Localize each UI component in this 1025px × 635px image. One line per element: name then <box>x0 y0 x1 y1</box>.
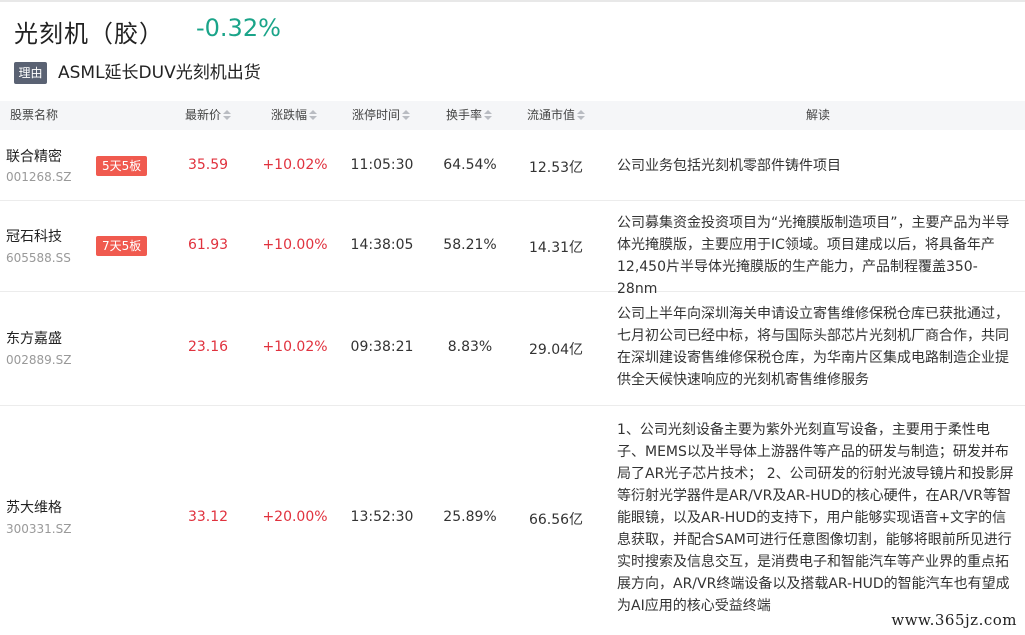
turnover: 58.21% <box>443 237 497 253</box>
col-name: 股票名称 <box>10 108 59 122</box>
sort-icon <box>484 109 493 122</box>
sort-icon <box>402 109 411 122</box>
sort-icon <box>309 109 318 122</box>
price: 33.12 <box>187 509 229 525</box>
col-change-label: 涨跌幅 <box>271 108 308 122</box>
table-row[interactable]: 苏大维格 300331.SZ 33.12 +20.00% 13:52:30 25… <box>0 406 1025 631</box>
float-cap: 14.31亿 <box>528 240 584 256</box>
float-cap: 66.56亿 <box>528 512 584 528</box>
price: 23.16 <box>187 339 229 355</box>
col-cap-sort[interactable]: 流通市值 <box>527 101 586 130</box>
sort-icon <box>223 109 232 122</box>
stock-code: 002889.SZ <box>6 353 72 367</box>
col-change-sort[interactable]: 涨跌幅 <box>271 101 318 130</box>
reason-text: ASML延长DUV光刻机出货 <box>58 63 261 83</box>
stock-code: 001268.SZ <box>6 170 72 184</box>
table-row[interactable]: 东方嘉盛 002889.SZ 23.16 +10.02% 09:38:21 8.… <box>0 292 1025 406</box>
col-cap-label: 流通市值 <box>527 108 576 122</box>
change: +10.00% <box>262 237 328 253</box>
streak-badge: 7天5板 <box>96 236 148 256</box>
turnover: 64.54% <box>443 157 497 173</box>
streak-badge: 5天5板 <box>96 156 148 176</box>
table-row[interactable]: 联合精密 001268.SZ 5天5板 35.59 +10.02% 11:05:… <box>0 130 1025 201</box>
description: 1、公司光刻设备主要为紫外光刻直写设备，主要用于柔性电子、MEMS以及半导体上游… <box>617 422 1014 614</box>
col-time-label: 涨停时间 <box>352 108 401 122</box>
col-price-label: 最新价 <box>185 108 222 122</box>
reason-tag: 理由 <box>14 62 47 84</box>
change: +10.02% <box>262 339 328 355</box>
limit-time: 09:38:21 <box>350 339 414 355</box>
description: 公司募集资金投资项目为“光掩膜版制造项目”，主要产品为半导体光掩膜版，主要应用于… <box>617 215 1010 297</box>
col-turnover-label: 换手率 <box>446 108 483 122</box>
turnover: 8.83% <box>447 339 493 355</box>
col-turnover-sort[interactable]: 换手率 <box>446 101 493 130</box>
description: 公司业务包括光刻机零部件铸件项目 <box>617 158 841 174</box>
limit-time: 13:52:30 <box>350 509 414 525</box>
price: 35.59 <box>187 157 229 173</box>
change: +10.02% <box>262 157 328 173</box>
sector-change: -0.32% <box>196 14 281 42</box>
stock-name[interactable]: 东方嘉盛 <box>6 328 62 348</box>
col-price-sort[interactable]: 最新价 <box>185 101 232 130</box>
sort-icon <box>577 109 586 122</box>
page-title: 光刻机（胶） <box>14 20 164 48</box>
stock-table: 股票名称 最新价 涨跌幅 涨停时间 换手率 流通市值 解读 联合精密 00126… <box>0 101 1025 631</box>
col-desc: 解读 <box>806 108 831 122</box>
stock-code: 300331.SZ <box>6 522 72 536</box>
table-row[interactable]: 冠石科技 605588.SS 7天5板 61.93 +10.00% 14:38:… <box>0 201 1025 297</box>
table-header: 股票名称 最新价 涨跌幅 涨停时间 换手率 流通市值 解读 <box>0 101 1025 130</box>
stock-code: 605588.SS <box>6 251 71 265</box>
stock-name[interactable]: 联合精密 <box>6 146 62 166</box>
limit-time: 14:38:05 <box>350 237 414 253</box>
change: +20.00% <box>262 509 328 525</box>
watermark: www.365jz.com <box>891 611 1017 629</box>
description: 公司上半年向深圳海关申请设立寄售维修保税仓库已获批通过，七月初公司已经中标，将与… <box>617 306 1009 388</box>
top-divider <box>0 0 1025 2</box>
float-cap: 29.04亿 <box>528 342 584 358</box>
limit-time: 11:05:30 <box>350 157 414 173</box>
col-time-sort[interactable]: 涨停时间 <box>352 101 411 130</box>
stock-name[interactable]: 苏大维格 <box>6 497 62 517</box>
float-cap: 12.53亿 <box>528 160 584 176</box>
turnover: 25.89% <box>443 509 497 525</box>
stock-name[interactable]: 冠石科技 <box>6 226 62 246</box>
price: 61.93 <box>187 237 229 253</box>
